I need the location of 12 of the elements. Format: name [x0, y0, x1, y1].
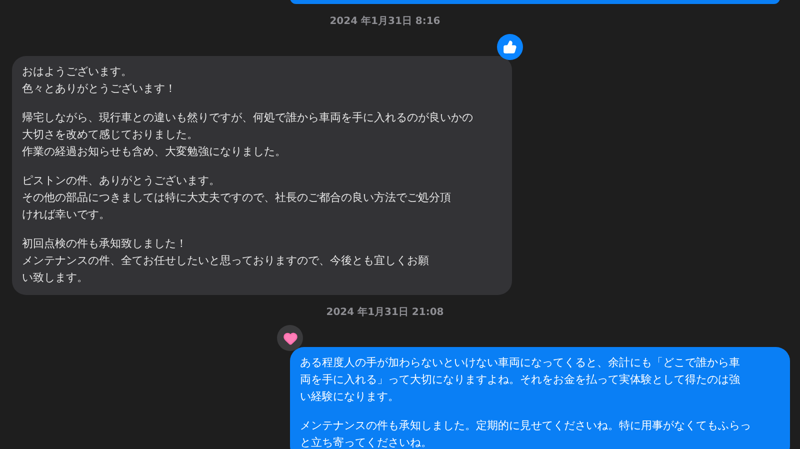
heart-icon	[282, 330, 298, 346]
tapback-badge[interactable]	[277, 325, 303, 351]
timestamp: 2024 年1月31日 21:08	[326, 307, 444, 318]
timestamp: 2024 年1月31日 8:16	[330, 16, 440, 27]
message-paragraph: おはようございます。 色々とありがとうございます！	[22, 64, 177, 97]
message-paragraph: 帰宅しながら、現行車との違いも然りですが、何処で誰から車両を手に入れるのが良いかの 大切さを改めて感じておりました。 作業の経過お知らせも含め、大変勉強になりました。	[22, 110, 474, 160]
tapback-badge[interactable]	[497, 34, 523, 60]
thumbs-up-icon	[503, 40, 517, 54]
message-paragraph: ある程度人の手が加わらないといけない車両になってくると、余計にも「どこで誰から車 両を手に入れる」って大切になりますよね。それをお金を払って実体験として得たのは強 い経験になります。	[300, 355, 741, 405]
message-paragraph: メンテナンスの件も承知しました。定期的に見せてくださいね。特に用事がなくてもふらっ と立ち寄ってくださいね。	[300, 418, 752, 449]
message-paragraph: ピストンの件、ありがとうございます。 その他の部品につきましては特に大丈夫ですので、社長のご都合の良い方法でご処分頂 ければ幸いです。	[22, 173, 452, 223]
message-paragraph: 初回点検の件も承知致しました！ メンテナンスの件、全てお任せしたいと思っておりますので、今後とも宜しくお願 い致します。	[22, 236, 430, 286]
